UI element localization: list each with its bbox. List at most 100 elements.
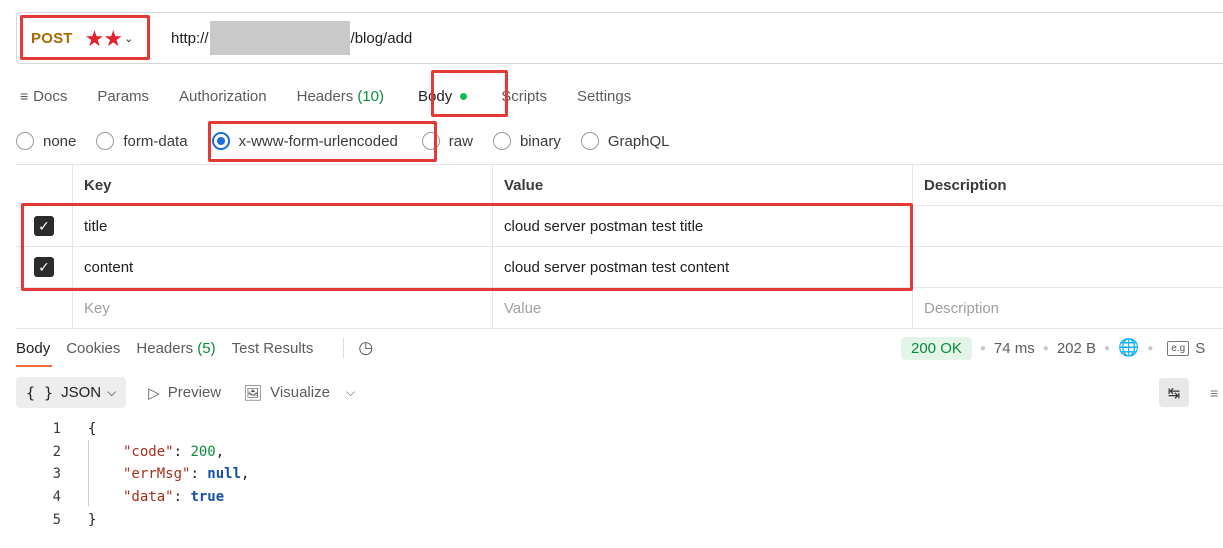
row-checkbox-cell (16, 288, 72, 328)
new-description-input[interactable]: Description (912, 288, 1223, 328)
url-input[interactable]: http:// /blog/add (171, 18, 412, 58)
wrap-lines-icon[interactable]: ↹ (1159, 378, 1189, 407)
radio-none-label: none (43, 132, 77, 150)
visualize-label: Visualize (270, 384, 330, 401)
image-icon: 🖼 (243, 384, 263, 402)
status-badge[interactable]: 200 OK (901, 336, 972, 360)
open-brace: { (88, 421, 97, 438)
radio-binary-label: binary (519, 132, 561, 150)
radio-selected-icon (211, 132, 230, 150)
code-line: 5 } (0, 508, 249, 531)
response-tab-test-results[interactable]: Test Results (232, 340, 314, 357)
tab-body-label: Body (418, 87, 453, 105)
globe-icon[interactable]: 🌐 (1118, 338, 1139, 358)
new-key-input[interactable]: Key (72, 288, 492, 328)
chevron-down-icon: ⌵ (107, 385, 117, 399)
row-description[interactable] (912, 206, 1223, 246)
body-active-dot-icon (460, 92, 468, 100)
line-number: 2 (52, 443, 61, 460)
tab-params[interactable]: Params (97, 88, 149, 105)
format-label: JSON (61, 384, 102, 401)
separator-dot: ● (979, 342, 986, 354)
response-body-code: 1 { 2 "code": 200, 3 "errMsg": null, 4 "… (0, 418, 250, 531)
request-tabs: ≡ Docs Params Authorization Headers (10)… (20, 84, 661, 108)
save-response-label[interactable]: S (1195, 340, 1205, 357)
row-description[interactable] (912, 247, 1223, 287)
line-number: 4 (52, 489, 61, 506)
form-params-table: Key Value Description ✓ title cloud serv… (16, 164, 1223, 329)
row-key[interactable]: title (72, 206, 492, 246)
response-size[interactable]: 202 B (1057, 340, 1096, 357)
save-response-icon[interactable]: e.g (1167, 340, 1190, 356)
response-tab-cookies[interactable]: Cookies (66, 340, 120, 357)
tab-settings-label: Settings (577, 87, 632, 105)
radio-graphql[interactable]: GraphQL (580, 132, 670, 150)
body-type-radios: none form-data x-www-form-urlencoded raw… (16, 130, 690, 152)
tab-scripts-label: Scripts (501, 87, 548, 105)
tab-headers-count: (10) (357, 87, 384, 105)
radio-raw-label: raw (448, 132, 473, 150)
radio-circle-icon (580, 132, 599, 150)
url-prefix: http:// (171, 29, 209, 47)
tab-settings[interactable]: Settings (577, 88, 631, 105)
active-tab-underline (16, 365, 52, 367)
json-trail: , (215, 443, 225, 460)
tab-headers-label: Headers (296, 87, 354, 105)
table-header-row: Key Value Description (16, 165, 1223, 206)
radio-form-data-label: form-data (123, 132, 188, 150)
format-dropdown[interactable]: { } JSON ⌵ (16, 377, 127, 408)
response-tab-headers[interactable]: Headers (5) (136, 340, 215, 357)
tab-scripts[interactable]: Scripts (501, 88, 547, 105)
json-key: "data" (123, 489, 174, 506)
line-number: 1 (52, 421, 61, 438)
separator-dot: ● (1147, 342, 1154, 354)
stars-annotation: ★★ (84, 25, 123, 51)
table-row: ✓ content cloud server postman test cont… (16, 247, 1223, 288)
response-time[interactable]: 74 ms (994, 340, 1035, 357)
json-value: null (207, 466, 242, 483)
tab-headers[interactable]: Headers (10) (297, 88, 384, 105)
method-label: POST (31, 30, 73, 47)
redacted-host (209, 21, 350, 55)
tab-params-label: Params (97, 87, 150, 105)
chevron-down-icon: ⌄ (124, 33, 134, 45)
response-status-bar: 200 OK ● 74 ms ● 202 B ● 🌐 ● e.g S (901, 336, 1205, 360)
table-row: ✓ title cloud server postman test title (16, 206, 1223, 247)
radio-graphql-label: GraphQL (607, 132, 670, 150)
response-toolbar: { } JSON ⌵ ▷ Preview 🖼 Visualize ⌵ (16, 377, 355, 408)
radio-binary[interactable]: binary (492, 132, 561, 150)
tab-authorization[interactable]: Authorization (179, 88, 267, 105)
header-checkbox-cell (16, 165, 72, 205)
radio-raw[interactable]: raw (421, 132, 473, 150)
line-number: 5 (52, 511, 61, 528)
row-checkbox-cell: ✓ (16, 206, 72, 246)
radio-x-www-form-urlencoded[interactable]: x-www-form-urlencoded (211, 132, 398, 150)
play-icon: ▷ (148, 384, 160, 402)
new-value-input[interactable]: Value (492, 288, 912, 328)
json-key: "errMsg" (123, 466, 191, 483)
row-value[interactable]: cloud server postman test title (492, 206, 912, 246)
code-line: 2 "code": 200, (0, 441, 249, 464)
row-key[interactable]: content (72, 247, 492, 287)
checkbox-checked-icon[interactable]: ✓ (34, 257, 54, 277)
row-value[interactable]: cloud server postman test content (492, 247, 912, 287)
visualize-button[interactable]: 🖼 Visualize (243, 384, 330, 402)
radio-circle-icon (96, 132, 115, 150)
visualize-chevron-down-icon[interactable]: ⌵ (346, 385, 355, 400)
code-line: 4 "data": true (0, 486, 249, 509)
separator-dot: ● (1104, 342, 1111, 354)
table-row-new: Key Value Description (16, 288, 1223, 329)
radio-form-data[interactable]: form-data (96, 132, 188, 150)
response-tab-body[interactable]: Body (16, 340, 50, 357)
radio-none[interactable]: none (16, 132, 76, 150)
radio-circle-icon (421, 132, 440, 150)
tab-docs[interactable]: ≡ Docs (20, 88, 67, 105)
history-icon[interactable]: ◷ (343, 338, 373, 358)
tab-body[interactable]: Body (418, 87, 468, 105)
more-options-icon[interactable]: ≡ (1210, 385, 1218, 401)
checkbox-checked-icon[interactable]: ✓ (34, 216, 54, 236)
code-line: 3 "errMsg": null, (0, 463, 250, 486)
url-path: /blog/add (350, 29, 413, 47)
preview-button[interactable]: ▷ Preview (148, 384, 221, 402)
method-selector[interactable]: POST ★★ ⌄ (23, 17, 149, 60)
